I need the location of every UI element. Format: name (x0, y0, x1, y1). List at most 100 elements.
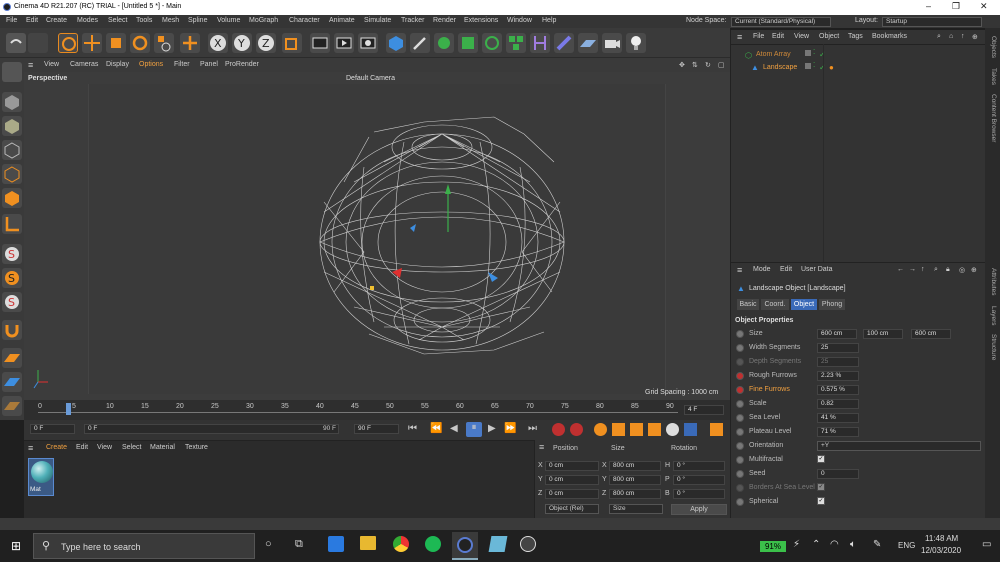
next-frame-icon[interactable]: ▶ (488, 423, 496, 434)
size-z-input[interactable]: 600 cm (911, 329, 951, 339)
obj-menu-tags[interactable]: Tags (848, 33, 863, 40)
material-tag-icon[interactable]: ● (829, 63, 834, 72)
zoom-view-icon[interactable]: ⇅ (692, 61, 698, 69)
attr-menu-mode[interactable]: Mode (753, 266, 771, 273)
extrude-generator-icon[interactable] (458, 33, 478, 53)
light-icon[interactable] (626, 33, 646, 53)
plateau-anim-dot[interactable] (736, 428, 744, 436)
back-arrow-icon[interactable]: ← (897, 266, 904, 273)
mat-menu-select[interactable]: Select (122, 444, 141, 451)
render-view-icon[interactable] (310, 33, 330, 53)
cube-primitive-icon[interactable] (386, 33, 406, 53)
layer-icon[interactable] (805, 50, 811, 56)
preview-min-field[interactable]: 0 F (84, 424, 339, 434)
tab-phong[interactable]: Phong (819, 299, 845, 310)
layer-icon[interactable] (805, 63, 811, 69)
search-attr-icon[interactable]: ⌕ (934, 266, 938, 274)
start-frame-field[interactable]: 0 F (30, 424, 75, 434)
key-position-icon[interactable] (612, 423, 625, 436)
rot-h-field[interactable]: 0 ° (673, 461, 725, 471)
goto-end-icon[interactable]: ⏭ (528, 423, 537, 434)
recent-tools-icon[interactable] (154, 33, 174, 53)
size-x-input[interactable]: 600 cm (817, 329, 857, 339)
redo-icon[interactable] (28, 33, 48, 53)
menu-modes[interactable]: Modes (77, 17, 98, 24)
side-tab-content-browser[interactable]: Content Browser (990, 94, 997, 142)
rot-p-field[interactable]: 0 ° (673, 475, 725, 485)
battery-indicator[interactable]: 91% (760, 541, 786, 552)
size-z-field[interactable]: 800 cm (609, 489, 661, 499)
new-attr-view-icon[interactable]: ⊕ (971, 266, 977, 274)
menu-simulate[interactable]: Simulate (364, 17, 391, 24)
taskbar-search-box[interactable]: ⚲ Type here to search (33, 533, 255, 559)
apply-button[interactable]: Apply (671, 504, 727, 515)
menu-render[interactable]: Render (433, 17, 456, 24)
y-axis-icon[interactable]: Y (232, 33, 252, 53)
orientation-anim-dot[interactable] (736, 442, 744, 450)
subdivision-surface-icon[interactable] (434, 33, 454, 53)
app-icon[interactable] (488, 536, 508, 552)
rot-b-field[interactable]: 0 ° (673, 489, 725, 499)
obj-menu-bookmarks[interactable]: Bookmarks (872, 33, 907, 40)
timeline-menu-icon[interactable] (710, 423, 723, 436)
side-tab-structure[interactable]: Structure (990, 334, 997, 360)
side-tab-attributes[interactable]: Attributes (990, 268, 997, 295)
show-hidden-icons-icon[interactable]: ⌃ (812, 539, 820, 550)
file-explorer-icon[interactable] (360, 536, 376, 550)
notification-icon[interactable]: ▭ (982, 539, 991, 550)
spotify-icon[interactable] (425, 536, 441, 552)
multifractal-checkbox[interactable]: ✓ (817, 455, 825, 463)
coord-mode-select[interactable]: Object (Rel) (545, 504, 599, 514)
clock-time[interactable]: 11:48 AM (925, 534, 958, 543)
render-settings-icon[interactable] (358, 33, 378, 53)
perspective-viewport[interactable]: Perspective Default Camera Grid Spacing … (24, 72, 730, 400)
side-tab-objects[interactable]: Objects (990, 36, 997, 58)
visibility-icon[interactable]: ⁚ (813, 48, 815, 56)
forward-arrow-icon[interactable]: → (909, 266, 916, 273)
move-view-icon[interactable]: ✥ (679, 61, 685, 69)
playhead-marker[interactable] (66, 403, 71, 415)
seed-anim-dot[interactable] (736, 470, 744, 478)
vp-menu-panel[interactable]: Panel (200, 61, 218, 68)
menu-mograph[interactable]: MoGraph (249, 17, 278, 24)
vp-menu-cameras[interactable]: Cameras (70, 61, 98, 68)
polygons-mode-icon[interactable] (2, 188, 22, 208)
fine-furrows-input[interactable]: 0.575 % (817, 385, 859, 395)
key-scale-icon[interactable] (630, 423, 643, 436)
object-row-atom-array[interactable]: ⬡ Atom Array ⁚ ✓ (741, 48, 986, 61)
size-mode-select[interactable]: Size (609, 504, 663, 514)
mat-menu-create[interactable]: Create (46, 444, 67, 451)
vp-menu-view[interactable]: View (44, 61, 59, 68)
snap-settings-icon[interactable]: S (2, 268, 22, 288)
side-tab-layers[interactable]: Layers (990, 306, 997, 326)
pos-x-field[interactable]: 0 cm (545, 461, 599, 471)
timeline-ruler[interactable]: 0 5 10 15 20 25 30 35 40 45 50 55 60 65 … (24, 400, 730, 420)
vp-menu-filter[interactable]: Filter (174, 61, 190, 68)
menu-extensions[interactable]: Extensions (464, 17, 498, 24)
z-axis-icon[interactable]: Z (256, 33, 276, 53)
seed-input[interactable]: 0 (817, 469, 859, 479)
maximize-icon[interactable]: ❐ (952, 1, 960, 12)
scale-input[interactable]: 0.82 (817, 399, 859, 409)
vp-menu-prorender[interactable]: ProRender (225, 61, 259, 68)
array-icon[interactable] (506, 33, 526, 53)
model-mode-icon[interactable] (2, 92, 22, 112)
size-x-field[interactable]: 800 cm (609, 461, 661, 471)
rough-furrows-key-dot[interactable] (736, 372, 744, 380)
clock-date[interactable]: 12/03/2020 (921, 546, 961, 555)
object-row-landscape[interactable]: ▲ Landscape ⁚ ✓ ● (741, 62, 986, 74)
spherical-anim-dot[interactable] (736, 498, 744, 506)
locked-workplane-icon[interactable] (2, 396, 22, 416)
menu-select[interactable]: Select (108, 17, 127, 24)
tab-basic[interactable]: Basic (737, 299, 759, 310)
charging-icon[interactable]: ⚡ (793, 539, 800, 550)
pen-icon[interactable]: ✎ (873, 539, 881, 550)
size-y-field[interactable]: 800 cm (609, 475, 661, 485)
mat-menu-material[interactable]: Material (150, 444, 175, 451)
rough-furrows-input[interactable]: 2.23 % (817, 371, 859, 381)
vp-menu-options[interactable]: Options (139, 61, 163, 68)
obj-menu-edit[interactable]: Edit (772, 33, 784, 40)
axis-mode-icon[interactable] (2, 214, 22, 234)
menu-window[interactable]: Window (507, 17, 532, 24)
deformer-icon[interactable] (530, 33, 550, 53)
